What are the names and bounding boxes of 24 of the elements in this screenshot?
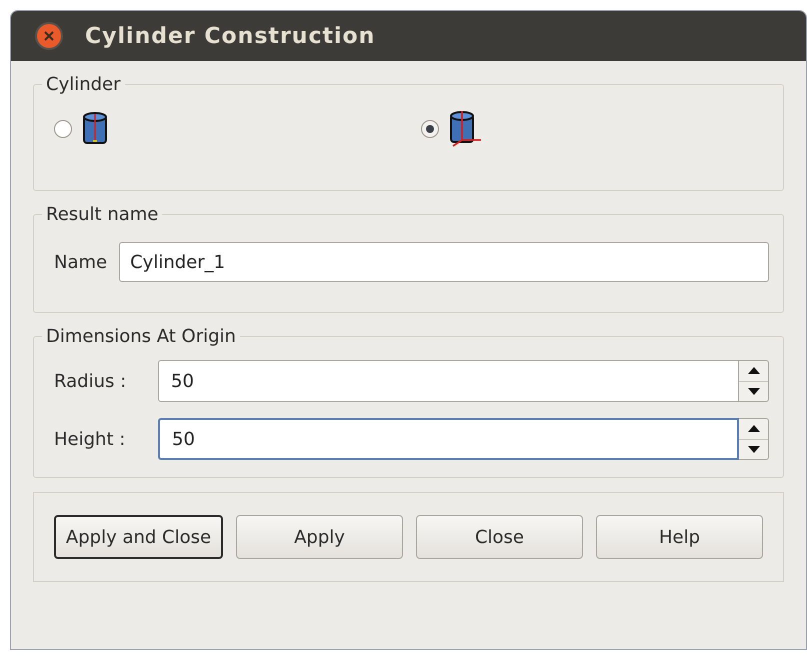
cylinder-icon xyxy=(82,111,108,147)
name-label: Name xyxy=(54,250,108,274)
dialog-button[interactable]: Apply xyxy=(236,515,403,559)
radio-button[interactable] xyxy=(420,120,438,138)
window-title: Cylinder Construction xyxy=(85,22,376,50)
close-icon xyxy=(44,31,54,41)
name-field[interactable]: Cylinder_1 xyxy=(119,242,769,282)
dialog-button[interactable]: Help xyxy=(596,515,763,559)
number-field[interactable]: 50 xyxy=(158,360,739,402)
group-title: Result name xyxy=(45,203,160,227)
down-arrow-icon xyxy=(748,446,760,453)
up-arrow-icon xyxy=(748,425,760,432)
group-title: Cylinder xyxy=(45,73,122,97)
dialog-button[interactable]: Close xyxy=(416,515,583,559)
close-button[interactable] xyxy=(35,22,63,50)
field-label: Radius : xyxy=(54,370,128,394)
dialog-button[interactable]: Apply and Close xyxy=(54,515,223,559)
up-arrow-icon xyxy=(748,367,760,374)
cylinder-axes-icon xyxy=(448,110,482,148)
group-title: Dimensions At Origin xyxy=(45,325,237,349)
down-arrow-icon xyxy=(748,388,760,395)
field-label: Height : xyxy=(54,428,126,452)
radio-button[interactable] xyxy=(54,120,72,138)
number-field[interactable]: 50 xyxy=(158,418,739,460)
